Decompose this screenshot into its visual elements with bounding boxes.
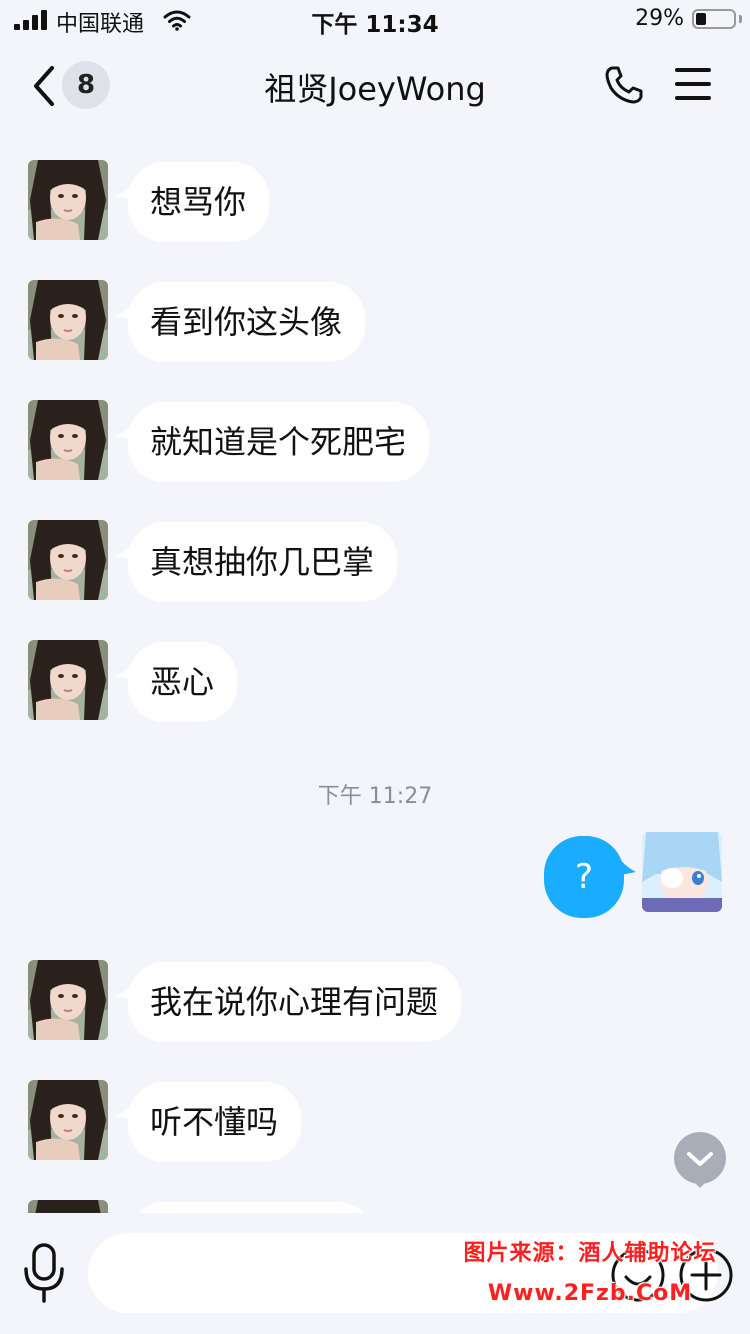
menu-icon[interactable]	[675, 66, 711, 102]
battery-percent: 29%	[635, 6, 684, 31]
watermark: 图片来源：酒人辅助论坛 Www.2Fzb.CoM	[440, 1236, 740, 1316]
message-list[interactable]: 想骂你看到你这头像 就知道是个死肥宅 真想抽你几巴掌 恶心下午 11:27? 我在说你心…	[0, 128, 750, 1213]
incoming-message: 就知道是个死肥宅	[0, 400, 750, 482]
message-bubble-outgoing[interactable]: ?	[544, 836, 624, 918]
message-bubble[interactable]: 就知道是个死肥宅	[128, 402, 429, 482]
message-bubble[interactable]: 看到你这头像	[128, 282, 365, 362]
battery-cap	[739, 15, 742, 23]
contact-avatar[interactable]	[28, 960, 108, 1040]
message-timestamp: 下午 11:27	[317, 784, 433, 809]
watermark-line-1: 图片来源：酒人辅助论坛	[463, 1241, 717, 1266]
message-bubble[interactable]: 我在说你心理有问题	[128, 962, 461, 1042]
incoming-message: 真想抽你几巴掌	[0, 520, 750, 602]
contact-avatar[interactable]	[28, 640, 108, 720]
contact-avatar[interactable]	[28, 160, 108, 240]
microphone-icon[interactable]	[20, 1241, 68, 1305]
message-bubble[interactable]: 真想抽你几巴掌	[128, 522, 397, 602]
status-bar: 中国联通 下午 11:34 29%	[0, 0, 750, 40]
contact-avatar[interactable]	[28, 1200, 108, 1213]
incoming-message: 恶心	[0, 640, 750, 722]
my-avatar[interactable]	[642, 832, 722, 912]
message-bubble[interactable]: 恶心	[128, 642, 237, 722]
message-bubble[interactable]	[128, 1202, 374, 1213]
message-bubble[interactable]: 听不懂吗	[128, 1082, 301, 1162]
scroll-to-bottom-button[interactable]	[672, 1132, 728, 1188]
contact-avatar[interactable]	[28, 400, 108, 480]
battery-icon	[692, 9, 736, 29]
contact-avatar[interactable]	[28, 520, 108, 600]
incoming-message: 听不懂吗	[0, 1080, 750, 1162]
chat-header: 8 祖贤JoeyWong	[0, 44, 750, 128]
message-bubble[interactable]: 想骂你	[128, 162, 269, 242]
battery-level-fill	[696, 13, 706, 25]
incoming-message: 想骂你	[0, 160, 750, 242]
contact-avatar[interactable]	[28, 1080, 108, 1160]
incoming-message: 我在说你心理有问题	[0, 960, 750, 1042]
outgoing-message: ?	[0, 832, 750, 918]
contact-avatar[interactable]	[28, 280, 108, 360]
phone-call-icon[interactable]	[603, 64, 645, 106]
bubble-tail-outgoing	[616, 854, 636, 876]
incoming-message: 看到你这头像	[0, 280, 750, 362]
watermark-line-2: Www.2Fzb.CoM	[487, 1281, 693, 1306]
incoming-message-partial	[0, 1200, 750, 1213]
